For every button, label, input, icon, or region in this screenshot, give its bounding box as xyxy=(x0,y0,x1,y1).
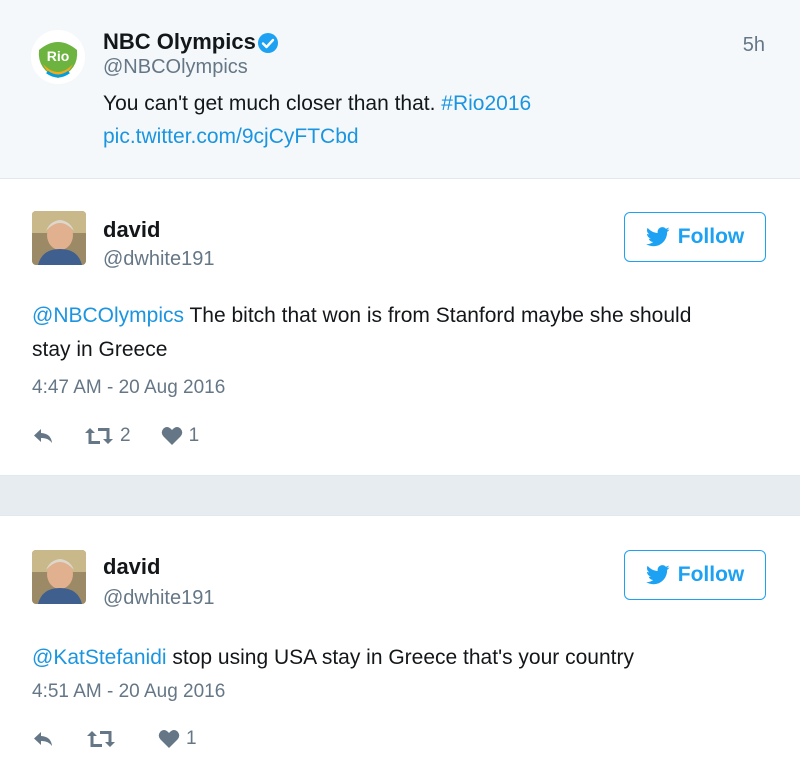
tweet-timestamp[interactable]: 4:51 AM - 20 Aug 2016 xyxy=(32,681,225,703)
author-name[interactable]: david xyxy=(103,554,160,580)
retweet-count: 2 xyxy=(120,425,131,446)
tweet-text: @KatStefanidi stop using USA stay in Gre… xyxy=(32,641,772,675)
tweet-text-plain: stop using USA stay in Greece that's you… xyxy=(166,646,634,669)
follow-label: Follow xyxy=(677,563,745,586)
tweet-text-plain: You can't get much closer than that. xyxy=(103,92,442,115)
twitter-bird-icon xyxy=(645,227,670,247)
pic-link-line: pic.twitter.com/9cjCyFTCbd xyxy=(103,120,359,154)
tweet-text: @NBCOlympics The bitch that won is from … xyxy=(32,299,732,367)
david-avatar-image xyxy=(32,211,86,265)
mention-link[interactable]: @KatStefanidi xyxy=(32,646,167,669)
hashtag-link[interactable]: #Rio2016 xyxy=(441,92,531,115)
rio-logo-icon: Rio xyxy=(31,30,85,84)
twitter-bird-icon xyxy=(645,565,670,585)
reply-button[interactable] xyxy=(32,730,54,748)
mention-link[interactable]: @NBCOlympics xyxy=(32,304,184,327)
follow-button[interactable]: Follow xyxy=(624,550,766,600)
author-name[interactable]: david xyxy=(103,217,160,243)
tweet-text: You can't get much closer than that. #Ri… xyxy=(103,87,531,121)
author-handle[interactable]: @dwhite191 xyxy=(103,587,214,610)
retweet-button[interactable] xyxy=(86,729,122,749)
tweet-age[interactable]: 5h xyxy=(743,34,765,57)
david-avatar-image xyxy=(32,550,86,604)
heart-icon xyxy=(158,730,180,748)
heart-icon xyxy=(161,427,182,445)
avatar[interactable] xyxy=(32,211,86,265)
tweet-actions: 2 1 xyxy=(32,425,229,447)
retweet-icon xyxy=(85,428,113,444)
author-handle[interactable]: @dwhite191 xyxy=(103,248,214,271)
like-count: 1 xyxy=(186,728,197,749)
nbc-olympics-avatar[interactable]: Rio xyxy=(31,30,85,84)
original-tweet[interactable]: Rio NBC Olympics @NBCOlympics 5h You can… xyxy=(0,0,800,178)
like-button[interactable]: 1 xyxy=(161,425,200,447)
follow-label: Follow xyxy=(677,225,745,248)
avatar[interactable] xyxy=(32,550,86,604)
verified-badge-icon xyxy=(258,33,278,53)
tweet-timestamp[interactable]: 4:47 AM - 20 Aug 2016 xyxy=(32,377,225,399)
like-button[interactable]: 1 xyxy=(158,728,197,750)
reply-icon xyxy=(34,429,52,443)
retweet-button[interactable]: 2 xyxy=(84,425,131,447)
retweet-icon xyxy=(87,731,115,747)
avatar-text: Rio xyxy=(47,48,70,64)
reply-tweet-1[interactable]: david @dwhite191 Follow @NBCOlympics The… xyxy=(0,178,800,476)
reply-tweet-2[interactable]: david @dwhite191 Follow @KatStefanidi st… xyxy=(0,515,800,783)
follow-button[interactable]: Follow xyxy=(624,212,766,262)
reply-button[interactable] xyxy=(32,427,54,445)
author-handle[interactable]: @NBCOlympics xyxy=(103,56,248,79)
tweet-actions: 1 xyxy=(32,728,227,750)
reply-icon xyxy=(34,732,52,746)
author-name[interactable]: NBC Olympics xyxy=(103,29,256,55)
like-count: 1 xyxy=(188,425,200,446)
pic-link[interactable]: pic.twitter.com/9cjCyFTCbd xyxy=(103,125,359,148)
